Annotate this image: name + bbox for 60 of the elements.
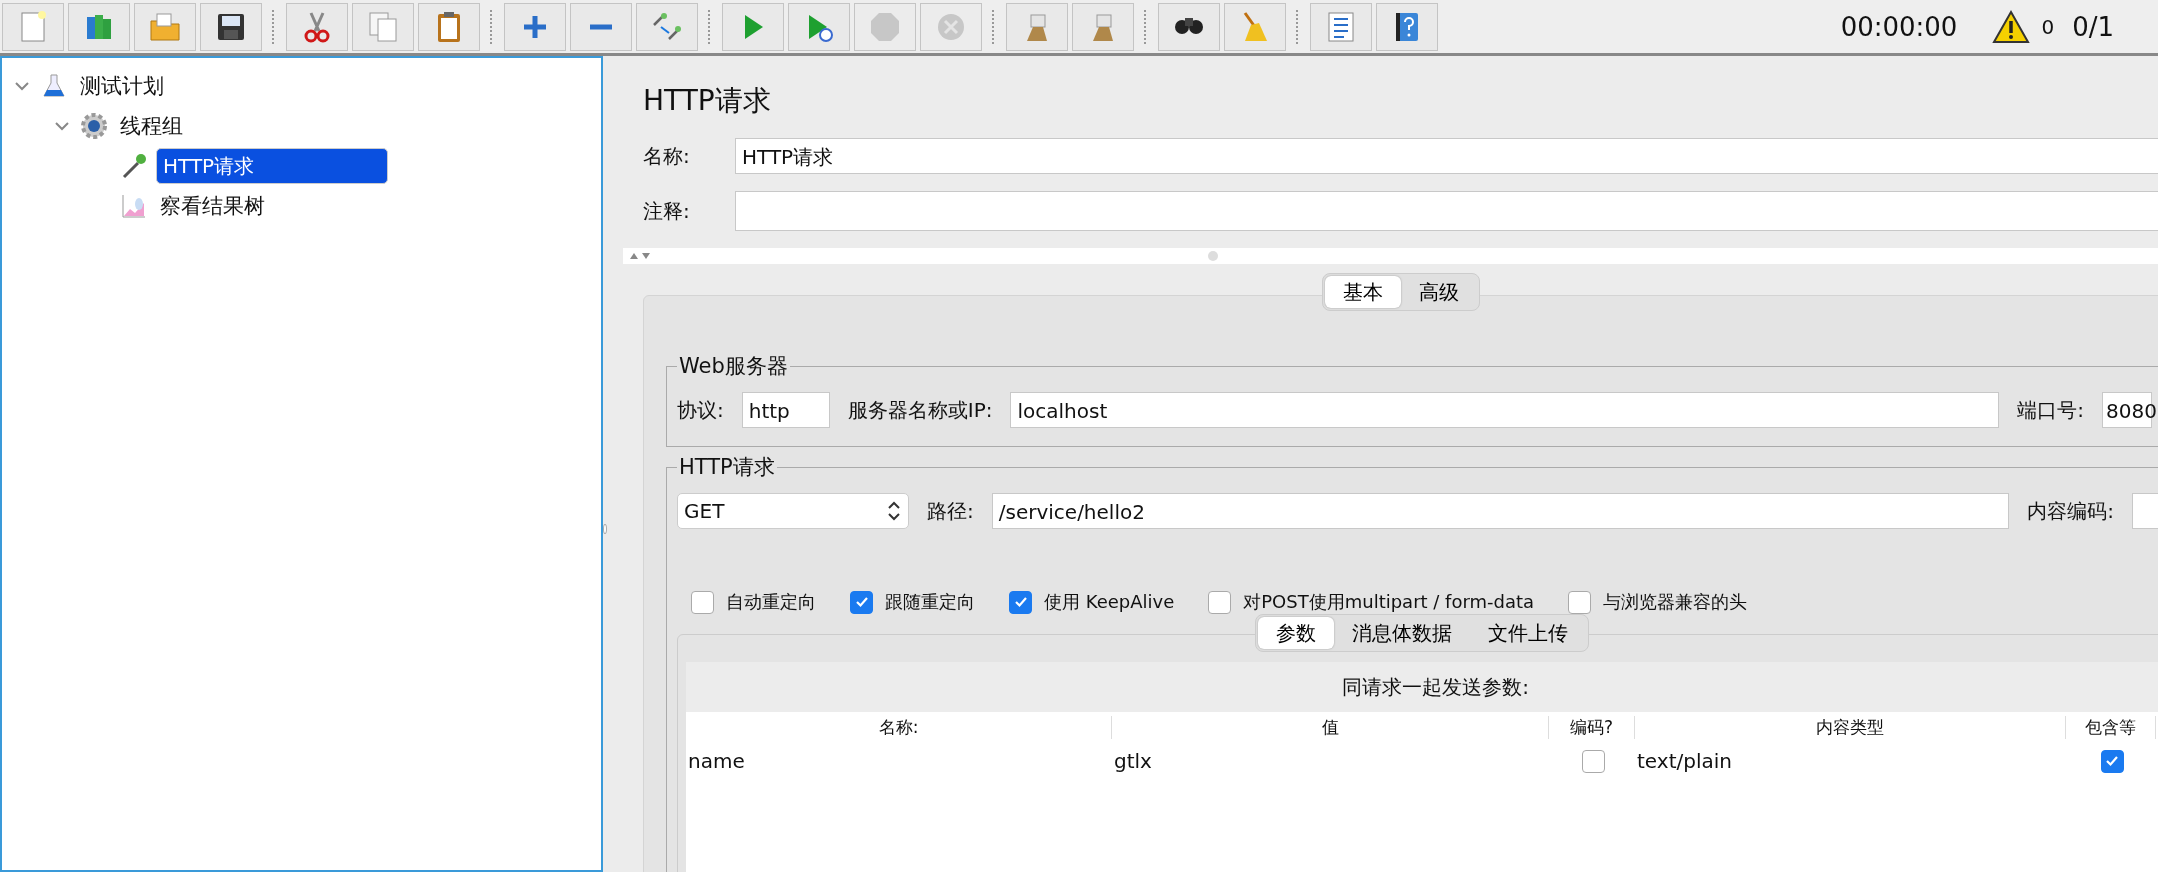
tab[interactable]: 文件上传 — [1469, 617, 1586, 649]
warning-icon — [1991, 8, 2032, 45]
field-label: 注释: — [643, 197, 691, 225]
checkbox[interactable] — [1581, 749, 1605, 773]
server-field[interactable]: localhost — [1010, 392, 2000, 428]
path-field[interactable]: /service/hello2 — [991, 493, 2010, 529]
column-header[interactable]: 名称: — [686, 715, 1112, 739]
minus-icon — [589, 22, 613, 31]
tree-item[interactable]: 线程组 — [116, 110, 187, 142]
tab[interactable]: 参数 — [1257, 617, 1334, 649]
chart-icon — [120, 192, 148, 220]
toolbar-button[interactable] — [1376, 2, 1438, 51]
tab[interactable]: 基本 — [1324, 276, 1401, 308]
tree-item[interactable]: 测试计划 — [76, 70, 168, 102]
warning-count: 0 — [2041, 14, 2055, 39]
gear-icon — [80, 112, 108, 140]
table-caption: 同请求一起发送参数: — [686, 662, 2158, 712]
table-cell-text: text/plain — [1636, 748, 1733, 775]
group-title: HTTP请求 — [678, 454, 776, 481]
checkbox[interactable] — [2100, 749, 2124, 773]
checkbox[interactable] — [1009, 590, 1032, 614]
checkbox-label: 自动重定向 — [726, 590, 816, 614]
field-label: 名称: — [643, 142, 691, 170]
checkbox[interactable] — [1208, 590, 1232, 614]
field-label: 协议: — [677, 396, 724, 424]
group-title: Web服务器 — [678, 353, 789, 380]
checkbox[interactable] — [850, 590, 873, 614]
column-header[interactable]: 值 — [1112, 715, 1549, 739]
pipette-icon — [120, 152, 148, 180]
tab[interactable]: 消息体数据 — [1333, 617, 1470, 649]
tree-item[interactable]: 察看结果树 — [156, 190, 269, 222]
field-label: 端口号: — [2017, 396, 2084, 424]
column-header[interactable]: 包含等 — [2066, 715, 2156, 739]
binoculars-icon — [1175, 18, 1203, 35]
protocol-field[interactable]: http — [741, 392, 830, 428]
flask-icon — [40, 72, 68, 100]
checkbox-label: 使用 KeepAlive — [1044, 590, 1175, 614]
table-cell-text: gtlx — [1113, 748, 1153, 775]
column-header[interactable]: 编码? — [1549, 715, 1635, 739]
tab[interactable]: 高级 — [1400, 276, 1477, 308]
checkbox[interactable] — [1568, 590, 1592, 614]
checkbox-label: 对POST使用multipart / form-data — [1243, 590, 1535, 614]
toolbar-button[interactable] — [200, 2, 262, 51]
toolbar-button[interactable] — [1158, 2, 1220, 51]
elapsed-time: 00:00:00 — [1840, 11, 1958, 42]
tree-item[interactable]: HTTP请求 — [156, 148, 388, 184]
name-field[interactable]: HTTP请求 — [735, 138, 2158, 174]
thread-count: 0/1 — [2072, 11, 2114, 42]
field-label: 服务器名称或IP: — [847, 396, 993, 424]
method-select[interactable]: GET — [677, 493, 909, 529]
column-header[interactable]: 内容类型 — [1635, 715, 2066, 739]
panel-title: HTTP请求 — [643, 83, 772, 119]
field-label: 内容编码: — [2027, 497, 2114, 525]
field-label: 路径: — [927, 497, 974, 525]
checkbox-label: 与浏览器兼容的头 — [1603, 590, 1748, 614]
checkbox[interactable] — [691, 590, 714, 614]
table-cell-text: name — [687, 748, 746, 775]
checkbox-label: 跟随重定向 — [885, 590, 975, 614]
chevron-updown-icon — [886, 500, 902, 522]
comment-field[interactable] — [735, 191, 2158, 231]
